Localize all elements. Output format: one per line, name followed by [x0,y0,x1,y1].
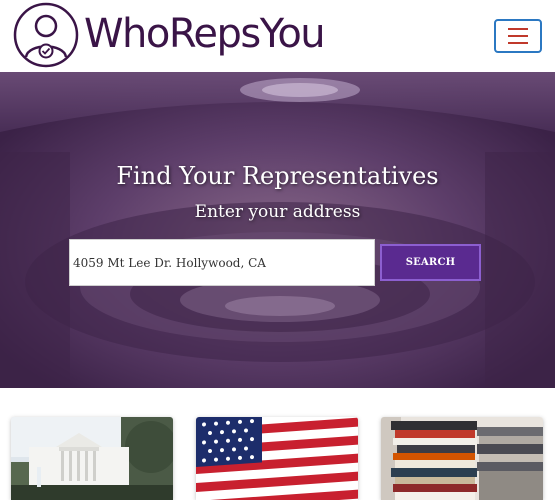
hero-title: Find Your Representatives [116,162,439,190]
person-check-icon [13,2,79,68]
congress-chamber-image [0,72,555,388]
search-button[interactable]: SEARCH [380,244,481,281]
american-flag-image [196,417,358,500]
site-logo[interactable]: WhoRepsYou [12,1,326,69]
card-white-house[interactable] [11,417,173,500]
hero-subtitle: Enter your address [194,202,361,222]
hamburger-menu-icon [508,28,528,30]
card-american-flag[interactable] [196,417,358,500]
white-house-image [11,417,173,500]
logo-text: WhoRepsYou [84,11,326,57]
hamburger-menu-button[interactable] [494,19,542,53]
site-header: WhoRepsYou [0,0,555,72]
card-books[interactable] [381,417,543,500]
stack-of-books-image [381,417,543,500]
address-input[interactable] [69,239,375,286]
hero-section: Find Your Representatives Enter your add… [0,72,555,388]
